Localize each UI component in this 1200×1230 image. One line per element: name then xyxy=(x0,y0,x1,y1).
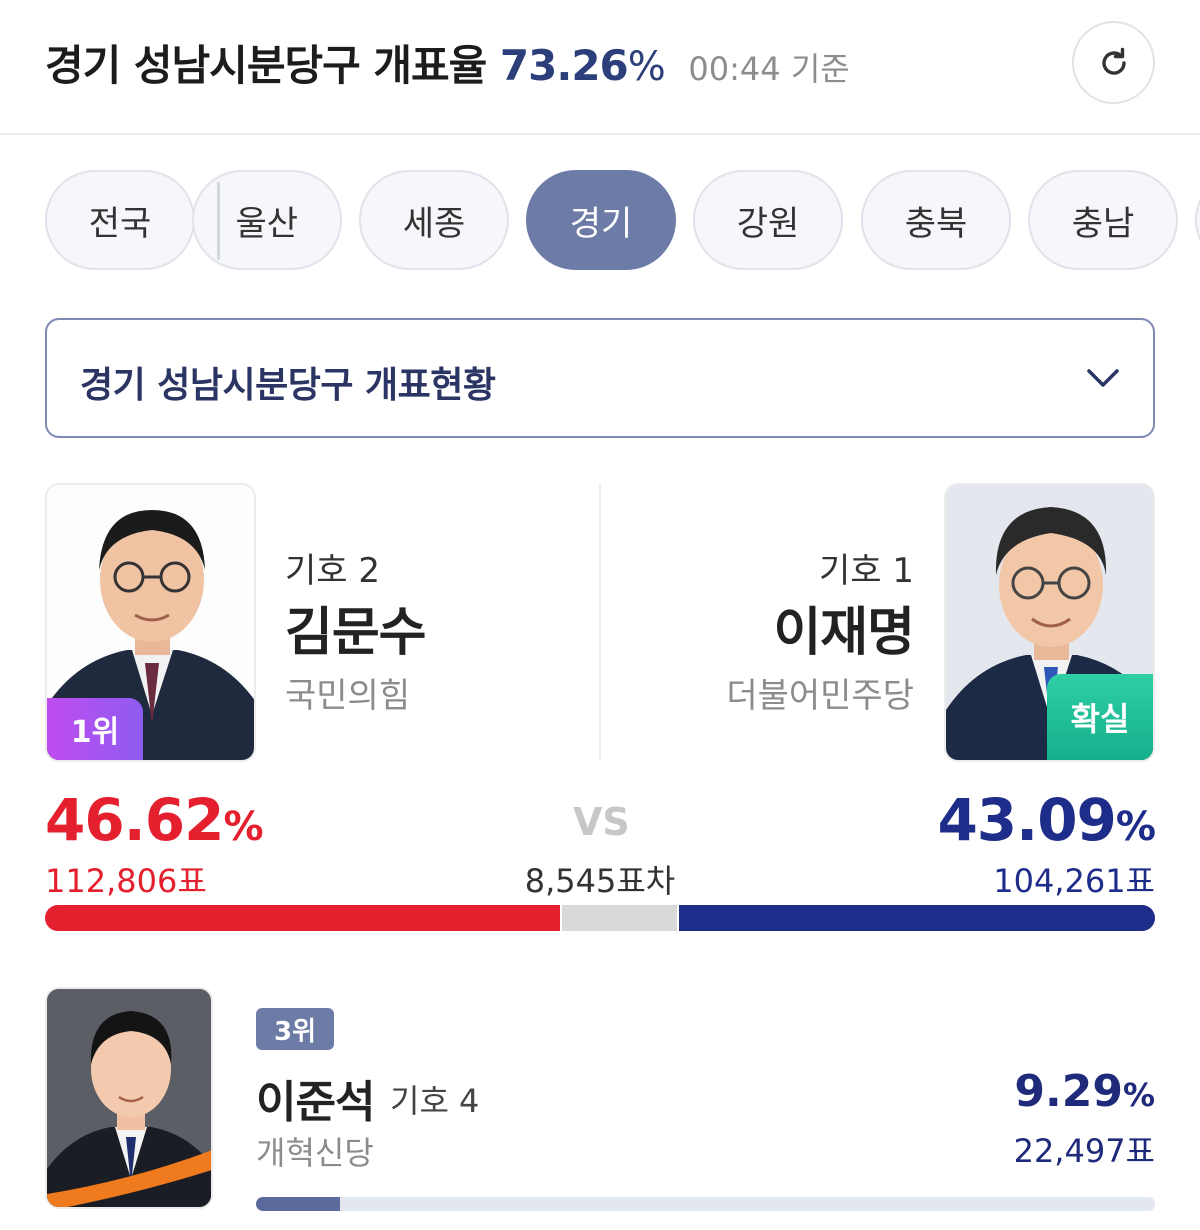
candidate-name: 이준석 xyxy=(256,1077,375,1128)
tab-national[interactable]: 전국 xyxy=(45,170,195,270)
candidate-name: 이재명 xyxy=(773,603,915,663)
vote-share-bar xyxy=(45,905,1155,931)
tab-label: 울산 xyxy=(235,203,298,244)
tab-gyeonggi[interactable]: 경기 xyxy=(526,170,676,270)
tab-next[interactable] xyxy=(1195,170,1200,270)
tab-label: 강원 xyxy=(736,203,800,244)
candidate-number: 기호 2 xyxy=(285,551,380,591)
tab-label: 세종 xyxy=(402,203,466,244)
candidate-party: 개혁신당 xyxy=(256,1134,374,1172)
candidate-number: 기호 1 xyxy=(819,551,914,591)
rank-badge: 1위 xyxy=(47,698,143,760)
refresh-button[interactable] xyxy=(1072,21,1155,104)
divider xyxy=(599,483,601,761)
percent-unit: % xyxy=(1115,804,1156,850)
page-title: 경기 성남시분당구 개표율 73.26% 00:44 기준 xyxy=(45,32,850,93)
candidate-photo-right: 확실 xyxy=(944,483,1155,762)
header: 경기 성남시분당구 개표율 73.26% 00:44 기준 xyxy=(0,0,1200,135)
candidate-party: 더불어민주당 xyxy=(726,676,914,716)
title-text: 경기 성남시분당구 개표율 xyxy=(45,41,487,90)
right-percent: 43.09% xyxy=(937,786,1156,854)
tab-ulsan[interactable]: 울산 xyxy=(192,170,342,270)
chevron-down-icon xyxy=(1087,369,1119,387)
candidate-photo-third xyxy=(45,987,213,1209)
third-percent-value: 9.29 xyxy=(1014,1066,1123,1117)
candidate-number: 기호 4 xyxy=(390,1082,480,1120)
left-votes: 112,806표 xyxy=(45,862,207,900)
percent-unit: % xyxy=(223,804,263,850)
tab-divider xyxy=(217,182,220,260)
region-tabs: 전국 울산 세종 경기 강원 충북 충남 xyxy=(0,170,1200,272)
third-votes: 22,497표 xyxy=(1013,1132,1155,1170)
district-dropdown[interactable]: 경기 성남시분당구 개표현황 xyxy=(45,318,1155,438)
candidate-name: 김문수 xyxy=(285,603,427,663)
refresh-icon xyxy=(1101,47,1126,75)
tab-label: 경기 xyxy=(569,203,633,244)
tab-chungbuk[interactable]: 충북 xyxy=(861,170,1011,270)
vs-label: VS xyxy=(573,800,630,844)
right-votes: 104,261표 xyxy=(993,862,1155,900)
third-percent: 9.29% xyxy=(1014,1066,1155,1117)
rank-badge: 3위 xyxy=(256,1008,334,1050)
tab-sejong[interactable]: 세종 xyxy=(359,170,509,270)
tab-label: 충남 xyxy=(1071,203,1135,244)
update-time: 00:44 기준 xyxy=(688,50,850,88)
tab-chungnam[interactable]: 충남 xyxy=(1028,170,1178,270)
right-share-bar xyxy=(677,905,1155,931)
dropdown-label: 경기 성남시분당구 개표현황 xyxy=(80,365,496,406)
portrait-third xyxy=(47,989,211,1207)
certain-badge: 확실 xyxy=(1047,674,1153,760)
third-share-fill xyxy=(256,1197,340,1211)
candidate-party: 국민의힘 xyxy=(285,676,411,716)
left-percent: 46.62% xyxy=(45,786,264,854)
tab-label: 전국 xyxy=(88,203,152,244)
third-share-bar xyxy=(256,1197,1155,1211)
vote-margin: 8,545표차 xyxy=(524,862,676,900)
tab-label: 충북 xyxy=(904,203,968,244)
candidate-photo-left: 1위 xyxy=(45,483,256,762)
right-percent-value: 43.09 xyxy=(937,786,1116,854)
left-percent-value: 46.62 xyxy=(45,786,224,854)
count-rate: 73.26 xyxy=(499,41,629,90)
count-rate-unit: % xyxy=(627,44,666,90)
percent-unit: % xyxy=(1122,1076,1155,1114)
tab-gangwon[interactable]: 강원 xyxy=(693,170,843,270)
left-share-bar xyxy=(45,905,562,931)
